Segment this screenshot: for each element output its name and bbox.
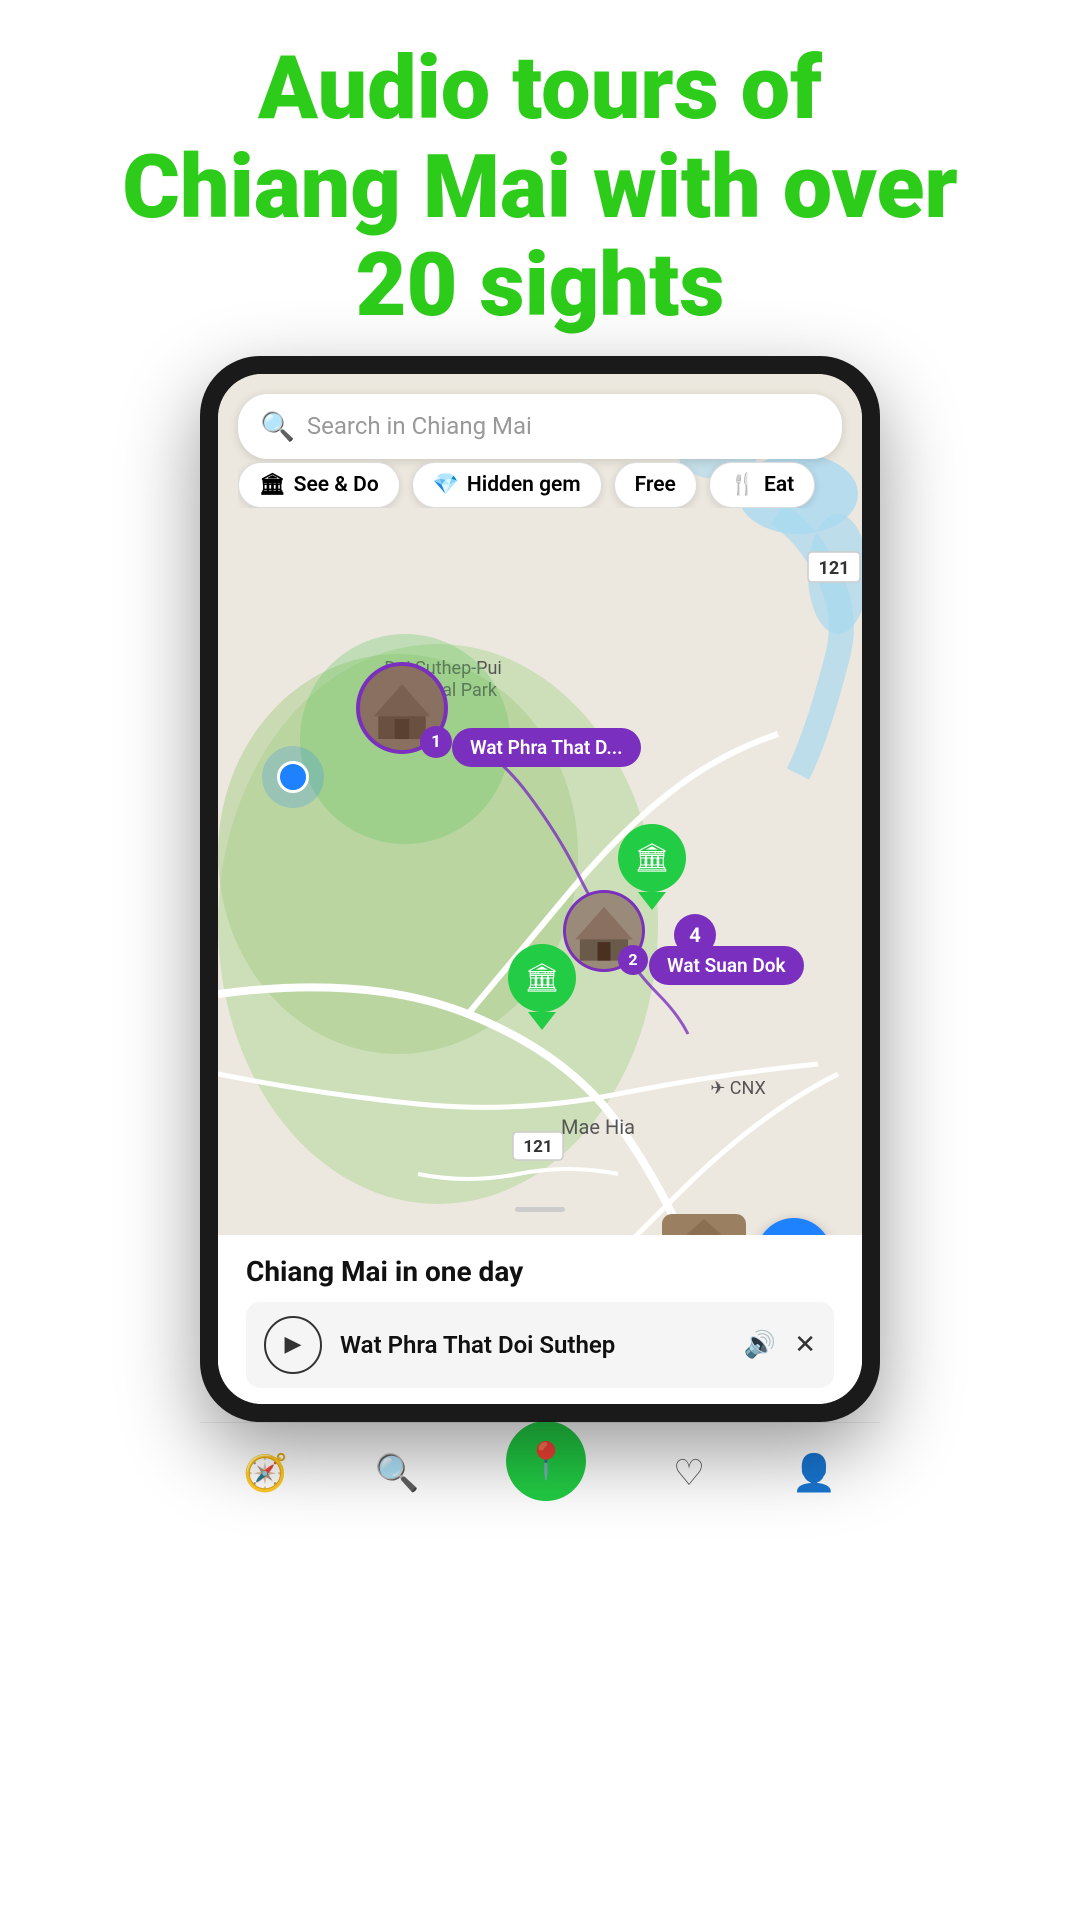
nav-map-active[interactable]: 📍 <box>506 1445 586 1501</box>
profile-nav-icon: 👤 <box>792 1452 837 1494</box>
filter-free[interactable]: Free <box>614 462 697 508</box>
svg-text:121: 121 <box>523 1137 552 1157</box>
user-location-dot <box>262 746 324 808</box>
bottom-panel: Chiang Mai in one day ▶ Wat Phra That Do… <box>218 1235 862 1404</box>
search-placeholder: Search in Chiang Mai <box>307 412 532 440</box>
bottom-sheet-handle[interactable] <box>515 1207 565 1212</box>
map-nav-icon: 📍 <box>524 1440 569 1482</box>
header-line1: Audio tours of <box>258 37 822 140</box>
nav-profile[interactable]: 👤 <box>792 1452 837 1494</box>
filter-pills: 🏛 See & Do 💎 Hidden gem Free 🍴 Eat <box>238 462 862 508</box>
search-nav-icon: 🔍 <box>375 1452 420 1494</box>
compass-nav-icon: 🧭 <box>243 1452 288 1494</box>
close-icon[interactable]: ✕ <box>794 1330 816 1360</box>
marker-4-badge[interactable]: 4 <box>674 914 716 956</box>
marker-2-label: Wat Suan Dok <box>649 946 804 985</box>
see-do-label: See & Do <box>294 473 379 497</box>
phone-screen: 121 Doi Suthep-Pui National Park Mae Hia… <box>218 374 862 1404</box>
heart-nav-icon: ♡ <box>673 1452 705 1494</box>
volume-icon[interactable]: 🔊 <box>744 1330 776 1360</box>
phone-frame: 121 Doi Suthep-Pui National Park Mae Hia… <box>200 356 880 1422</box>
svg-text:✈ CNX: ✈ CNX <box>710 1078 766 1099</box>
search-bar[interactable]: 🔍 Search in Chiang Mai <box>238 394 842 459</box>
header-line2: Chiang Mai with over <box>122 136 958 239</box>
marker-1-label: Wat Phra That D... <box>452 728 641 767</box>
eat-icon: 🍴 <box>730 473 756 497</box>
eat-label: Eat <box>764 473 794 497</box>
audio-player: ▶ Wat Phra That Doi Suthep 🔊 ✕ <box>246 1302 834 1388</box>
search-icon: 🔍 <box>260 410 295 443</box>
marker-1-number: 1 <box>420 726 452 758</box>
bottom-navigation: 🧭 🔍 📍 ♡ 👤 <box>200 1422 880 1529</box>
hidden-gem-label: Hidden gem <box>467 473 581 497</box>
see-do-icon: 🏛 <box>259 473 286 497</box>
nav-explore[interactable]: 🧭 <box>243 1452 288 1494</box>
filter-eat[interactable]: 🍴 Eat <box>709 462 815 508</box>
audio-controls: 🔊 ✕ <box>744 1330 816 1360</box>
filter-see-do[interactable]: 🏛 See & Do <box>238 462 400 508</box>
free-label: Free <box>635 473 676 497</box>
header-section: Audio tours of Chiang Mai with over 20 s… <box>0 0 1080 356</box>
hidden-gem-icon: 💎 <box>433 473 459 497</box>
svg-text:Mae Hia: Mae Hia <box>561 1115 635 1139</box>
nav-search[interactable]: 🔍 <box>375 1452 420 1494</box>
audio-sight-title: Wat Phra That Doi Suthep <box>340 1331 726 1359</box>
marker-4-number: 4 <box>689 923 700 947</box>
svg-text:121: 121 <box>819 558 850 579</box>
tour-title: Chiang Mai in one day <box>246 1255 834 1288</box>
marker-2-number: 2 <box>618 945 648 975</box>
sight-marker-1[interactable]: 1 Wat Phra That D... <box>356 662 641 767</box>
nav-favorites[interactable]: ♡ <box>673 1452 705 1494</box>
header-line3: 20 sights <box>356 234 725 337</box>
filter-hidden-gem[interactable]: 💎 Hidden gem <box>412 462 602 508</box>
play-button[interactable]: ▶ <box>264 1316 322 1374</box>
